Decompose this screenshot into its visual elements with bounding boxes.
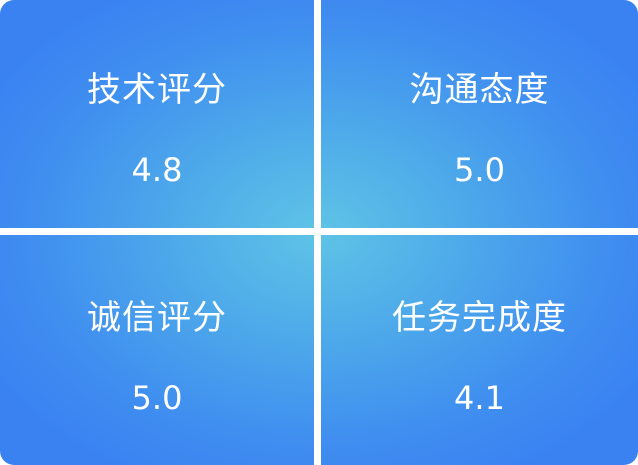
score-label: 任务完成度 [392,298,567,338]
score-value: 4.1 [454,379,505,417]
score-label: 沟通态度 [409,70,550,110]
score-card-task-completion: 任务完成度 4.1 [321,235,638,465]
score-value: 5.0 [454,151,505,189]
score-card-integrity: 诚信评分 5.0 [0,235,314,465]
score-label: 技术评分 [87,70,227,110]
score-value: 4.8 [131,151,183,189]
score-value: 5.0 [131,379,183,417]
score-panel: 技术评分 4.8 沟通态度 5.0 诚信评分 5.0 任务完成度 4.1 [0,0,638,465]
score-card-technical: 技术评分 4.8 [0,0,314,228]
score-label: 诚信评分 [87,298,227,338]
score-card-communication: 沟通态度 5.0 [321,0,638,228]
horizontal-divider [0,228,638,235]
